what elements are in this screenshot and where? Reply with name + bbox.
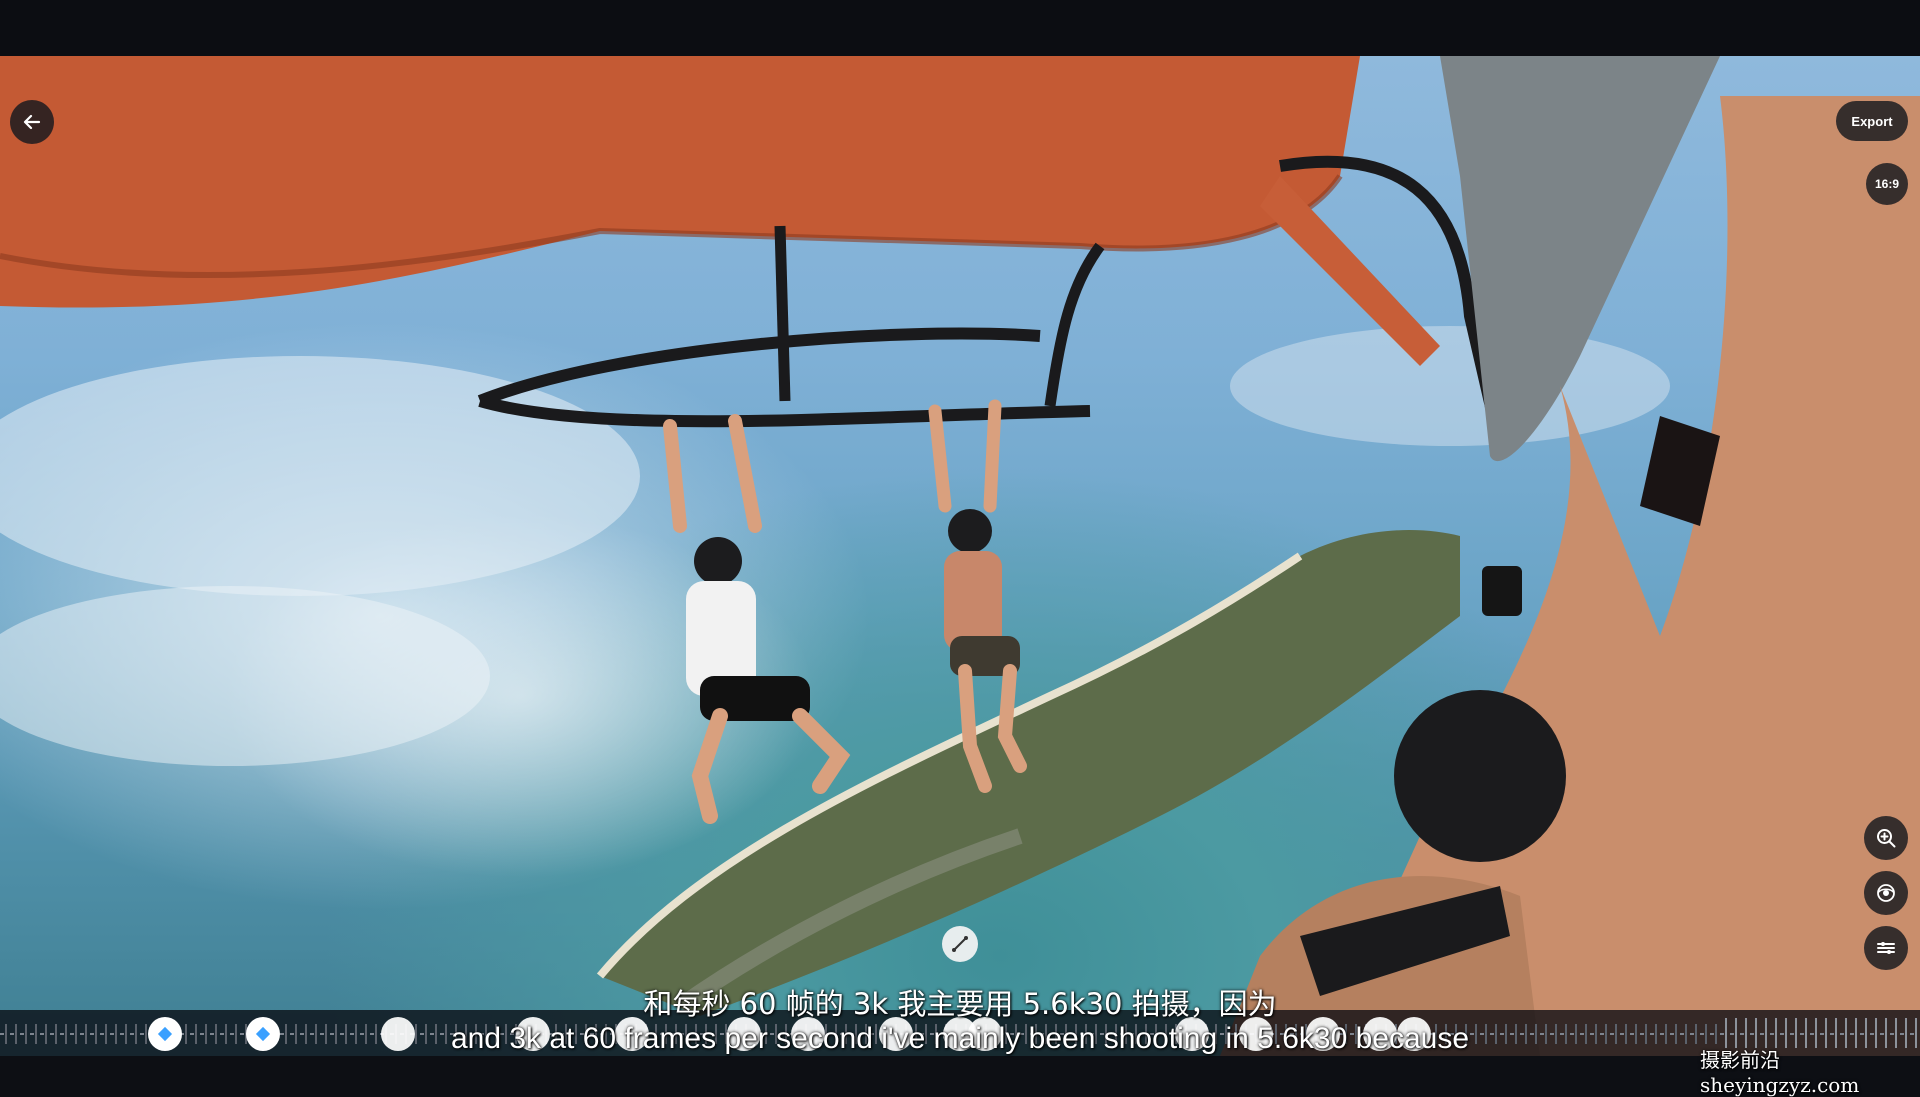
skid-strut bbox=[774, 225, 791, 402]
skydiver-left bbox=[663, 414, 851, 824]
back-button[interactable] bbox=[10, 100, 54, 144]
skid-rail bbox=[477, 327, 1041, 407]
export-button[interactable]: Export bbox=[1836, 101, 1908, 141]
view-mode-icon bbox=[1877, 884, 1895, 902]
cloud bbox=[0, 356, 640, 596]
curve-edit-icon bbox=[952, 936, 968, 952]
top-bar bbox=[0, 0, 1920, 56]
adjust-icon bbox=[1877, 942, 1895, 954]
curve-edit-handle[interactable] bbox=[942, 926, 978, 962]
zoom-in-icon bbox=[1877, 829, 1896, 848]
arrow-left-icon bbox=[23, 114, 41, 130]
video-preview[interactable] bbox=[0, 56, 1920, 1056]
subtitle-chinese: 和每秒 60 帧的 3k 我主要用 5.6k30 拍摄，因为 bbox=[643, 987, 1277, 1021]
cloud bbox=[1230, 326, 1670, 446]
helicopter-fuselage bbox=[0, 56, 1360, 308]
scene-illustration bbox=[0, 56, 1920, 1056]
skid-strut bbox=[1044, 242, 1105, 407]
aspect-ratio-button[interactable]: 16:9 bbox=[1866, 163, 1908, 205]
zoom-button[interactable] bbox=[1864, 816, 1908, 860]
subtitle-english: and 3k at 60 frames per second i've main… bbox=[450, 1022, 1470, 1055]
adjust-button[interactable] bbox=[1864, 926, 1908, 970]
view-mode-button[interactable] bbox=[1864, 871, 1908, 915]
watermark: 摄影前沿 sheyingzyz.com bbox=[1700, 1048, 1860, 1097]
video-editor: Export 16:9 和每秒 60 帧的 3k 我主要用 5.6k30 拍摄，… bbox=[0, 0, 1920, 1097]
cloud bbox=[0, 586, 490, 766]
